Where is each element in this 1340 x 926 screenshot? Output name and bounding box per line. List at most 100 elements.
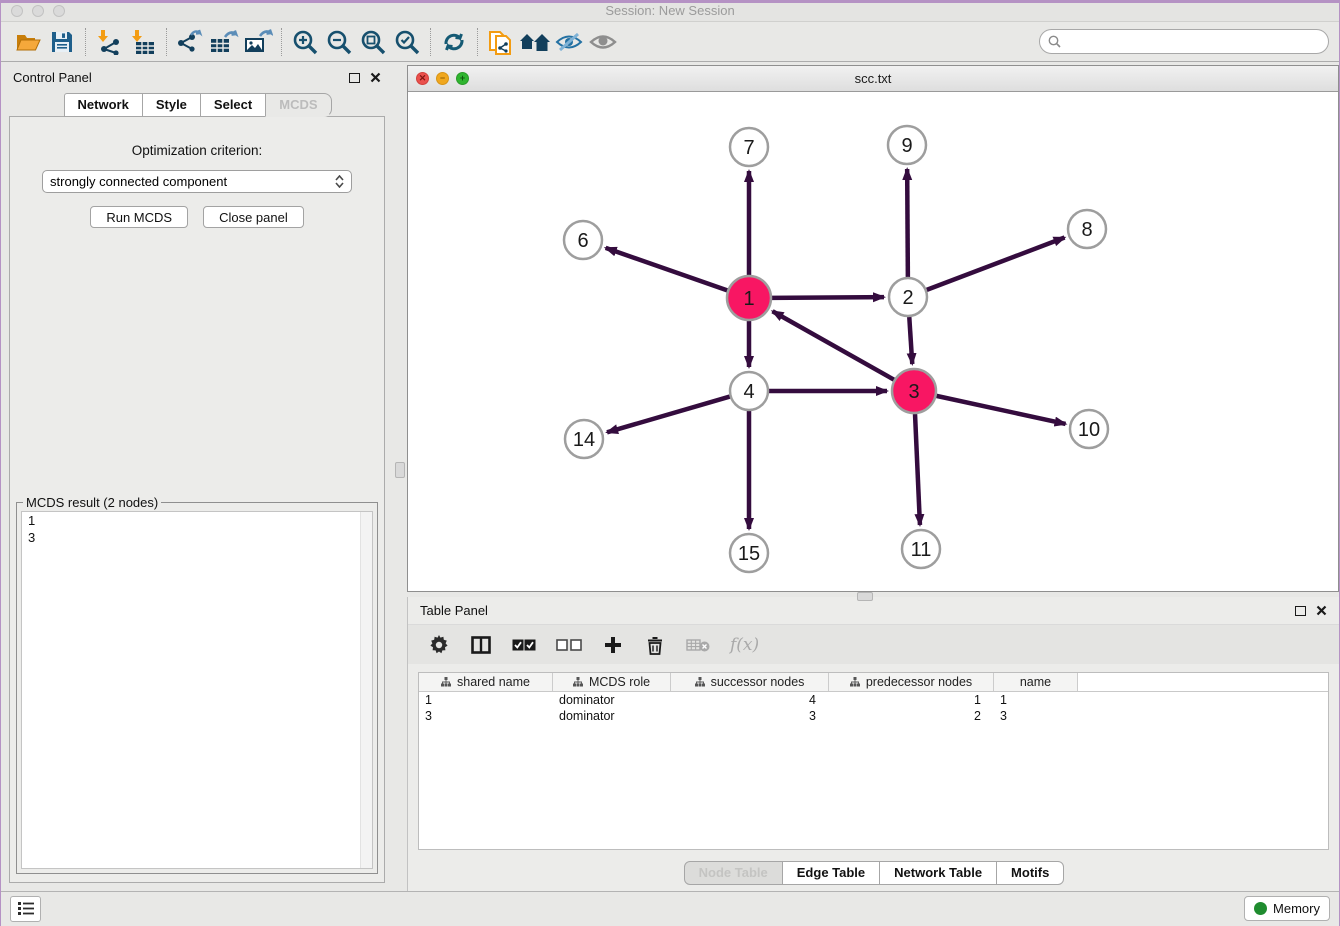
open-session-icon[interactable] (11, 26, 45, 58)
column-header-name[interactable]: name (994, 673, 1078, 691)
tab-edge-table[interactable]: Edge Table (782, 861, 880, 885)
network-close-icon[interactable]: ✕ (416, 72, 429, 85)
table-cell: 1 (419, 692, 553, 708)
home-layout-icon[interactable] (518, 26, 552, 58)
table-toolbar: f(x) (408, 624, 1339, 664)
search-input[interactable] (1066, 34, 1320, 49)
node-10[interactable]: 10 (1070, 410, 1108, 448)
column-header-predecessor-nodes[interactable]: predecessor nodes (829, 673, 994, 691)
hierarchy-icon (695, 677, 705, 687)
close-panel-icon[interactable] (370, 72, 381, 83)
table-settings-icon[interactable] (428, 632, 450, 658)
edge-2-9[interactable] (907, 169, 908, 277)
node-label: 2 (902, 287, 913, 309)
tab-motifs[interactable]: Motifs (996, 861, 1064, 885)
edge-4-14[interactable] (607, 397, 730, 433)
optimization-criterion-select[interactable]: strongly connected component (42, 170, 352, 193)
float-table-panel-icon[interactable] (1295, 606, 1306, 616)
split-columns-icon[interactable] (470, 632, 492, 658)
titlebar: Session: New Session (1, 0, 1339, 22)
tab-style[interactable]: Style (142, 93, 201, 117)
table-row[interactable]: 3dominator323 (419, 708, 1328, 724)
table-header-row: shared name MCDS role successor nodesprede… (419, 673, 1328, 692)
table-panel-title: Table Panel (420, 603, 488, 618)
main-area: Control Panel NetworkStyleSelectMCDS Opt… (1, 62, 1339, 891)
run-mcds-button[interactable]: Run MCDS (90, 206, 188, 228)
edge-3-10[interactable] (936, 396, 1065, 424)
hierarchy-icon (441, 677, 451, 687)
edge-1-6[interactable] (606, 248, 728, 290)
result-line: 1 (22, 512, 372, 529)
import-network-icon[interactable] (92, 26, 126, 58)
node-8[interactable]: 8 (1068, 210, 1106, 248)
zoom-fit-icon[interactable] (356, 26, 390, 58)
close-panel-button[interactable]: Close panel (203, 206, 304, 228)
node-6[interactable]: 6 (564, 221, 602, 259)
vertical-splitter-grip[interactable] (395, 462, 405, 478)
edge-2-3[interactable] (909, 317, 912, 364)
mcds-result-list[interactable]: 13 (21, 511, 373, 869)
node-4[interactable]: 4 (730, 372, 768, 410)
add-column-icon[interactable] (602, 632, 624, 658)
edge-3-1[interactable] (773, 311, 894, 379)
tab-network-table[interactable]: Network Table (879, 861, 997, 885)
node-1[interactable]: 1 (727, 276, 771, 320)
tab-mcds[interactable]: MCDS (265, 93, 331, 117)
hide-graphics-details-icon[interactable] (552, 26, 586, 58)
network-minimize-icon[interactable]: − (436, 72, 449, 85)
result-scrollbar[interactable] (360, 512, 372, 868)
zoom-out-icon[interactable] (322, 26, 356, 58)
tab-select[interactable]: Select (200, 93, 266, 117)
search-field[interactable] (1039, 29, 1329, 54)
edge-3-11[interactable] (915, 414, 920, 525)
deselect-all-checkboxes-icon[interactable] (556, 632, 582, 658)
node-15[interactable]: 15 (730, 534, 768, 572)
horizontal-splitter-grip[interactable] (857, 592, 873, 601)
column-label: MCDS role (589, 675, 650, 689)
node-9[interactable]: 9 (888, 126, 926, 164)
save-session-icon[interactable] (45, 26, 79, 58)
column-header-successor-nodes[interactable]: successor nodes (671, 673, 829, 691)
node-label: 4 (743, 381, 754, 403)
node-2[interactable]: 2 (889, 278, 927, 316)
tab-node-table[interactable]: Node Table (684, 861, 783, 885)
table-row[interactable]: 1dominator411 (419, 692, 1328, 708)
node-11[interactable]: 11 (902, 530, 940, 568)
duplicate-network-icon[interactable] (484, 26, 518, 58)
export-table-icon[interactable] (207, 26, 241, 58)
task-history-button[interactable] (10, 896, 41, 922)
export-network-icon[interactable] (173, 26, 207, 58)
node-label: 1 (743, 288, 754, 310)
node-3[interactable]: 3 (892, 369, 936, 413)
search-icon (1048, 35, 1061, 48)
control-panel-tabs: NetworkStyleSelectMCDS (1, 93, 393, 117)
export-image-icon[interactable] (241, 26, 275, 58)
delete-column-icon[interactable] (644, 632, 666, 658)
right-column: ✕ − + scc.txt 7968124314101511 Table Pan… (407, 62, 1339, 891)
apply-function-icon: f(x) (730, 632, 759, 658)
table-cell: 3 (671, 708, 829, 724)
node-7[interactable]: 7 (730, 128, 768, 166)
memory-button[interactable]: Memory (1244, 896, 1330, 921)
hierarchy-icon (573, 677, 583, 687)
edge-1-2[interactable] (772, 297, 884, 298)
network-zoom-icon[interactable]: + (456, 72, 469, 85)
toolbar-separator (166, 28, 167, 56)
toolbar-separator (477, 28, 478, 56)
float-panel-icon[interactable] (349, 73, 360, 83)
column-header-mcds-role[interactable]: MCDS role (553, 673, 671, 691)
show-graphics-details-icon[interactable] (586, 26, 620, 58)
close-table-panel-icon[interactable] (1316, 605, 1327, 616)
zoom-in-icon[interactable] (288, 26, 322, 58)
edge-2-8[interactable] (927, 238, 1065, 290)
main-toolbar (1, 22, 1339, 62)
select-all-checkboxes-icon[interactable] (512, 632, 536, 658)
zoom-selected-icon[interactable] (390, 26, 424, 58)
node-14[interactable]: 14 (565, 420, 603, 458)
network-canvas[interactable]: 7 9 6 8 1 2 4 3 14 10 15 11 (408, 92, 1338, 591)
column-header-shared-name[interactable]: shared name (419, 673, 553, 691)
node-label: 7 (743, 137, 754, 159)
tab-network[interactable]: Network (64, 93, 143, 117)
import-table-icon[interactable] (126, 26, 160, 58)
refresh-view-icon[interactable] (437, 26, 471, 58)
